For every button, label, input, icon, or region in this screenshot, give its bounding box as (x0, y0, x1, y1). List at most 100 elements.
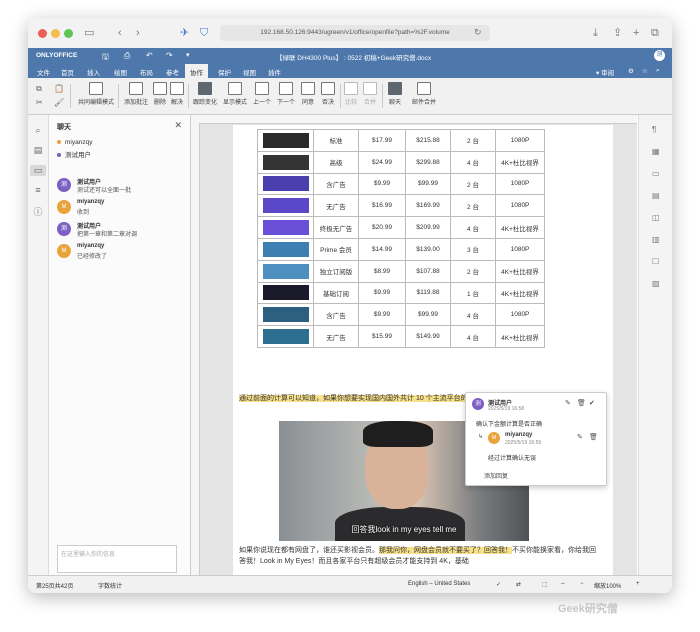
monthly-price-cell[interactable]: $9.99 (358, 172, 406, 196)
tab-plugins[interactable]: 插件 (268, 67, 281, 77)
info-icon[interactable]: ⓘ (33, 205, 43, 218)
paste-icon[interactable]: 📋 (54, 84, 64, 93)
thumbnail-cell[interactable] (257, 259, 314, 283)
zoom-out-icon[interactable]: − (580, 581, 584, 587)
delete-comment-button[interactable]: 删除 (152, 82, 168, 106)
screens-cell[interactable]: 2 台 (450, 259, 496, 283)
minimize-window-button[interactable] (51, 29, 60, 38)
thumbnail-cell[interactable] (257, 150, 314, 174)
monthly-price-cell[interactable]: $8.99 (358, 259, 406, 283)
table-row[interactable]: 无广告 $16.99 $169.99 2 台 1080P (257, 194, 545, 218)
tab-references[interactable]: 参考 (166, 67, 179, 77)
forward-icon[interactable]: › (136, 27, 140, 39)
close-window-button[interactable] (38, 29, 47, 38)
tab-layout[interactable]: 布局 (140, 67, 153, 77)
navigation-icon[interactable]: ≡ (33, 185, 43, 195)
thumbnail-cell[interactable] (257, 281, 314, 305)
resolution-cell[interactable]: 4K+杜比视界 (495, 281, 545, 305)
thumbnail-cell[interactable] (257, 129, 314, 152)
table-settings-icon[interactable]: ▦ (652, 147, 660, 156)
table-row[interactable]: 基础订阅 $9.99 $119.88 1 台 4K+杜比视界 (257, 281, 545, 305)
yearly-price-cell[interactable]: $169.99 (405, 194, 451, 218)
screens-cell[interactable]: 3 台 (450, 237, 496, 261)
paragraph-settings-icon[interactable]: ¶ (652, 125, 656, 134)
shape-settings-icon[interactable]: ◫ (652, 213, 660, 222)
monthly-price-cell[interactable]: $24.99 (358, 150, 406, 174)
plan-tier-cell[interactable]: 含广告 (313, 303, 359, 327)
compare-button[interactable]: 比较 (343, 82, 359, 106)
resolution-cell[interactable]: 1080P (495, 303, 545, 327)
user-avatar[interactable]: 测 (654, 50, 665, 61)
undo-icon[interactable]: ↶ (146, 51, 153, 60)
tab-home[interactable]: 首页 (61, 67, 74, 77)
table-row[interactable]: 无广告 $15.99 $149.99 4 台 4K+杜比视界 (257, 325, 545, 348)
tab-draw[interactable]: 绘图 (114, 67, 127, 77)
trash-icon[interactable]: 🗑 (577, 399, 586, 407)
close-icon[interactable]: ✕ (174, 120, 182, 131)
print-icon[interactable]: ⎙ (124, 51, 130, 61)
chat-message-input[interactable]: 在这里输入你的信息 (57, 545, 177, 573)
plan-tier-cell[interactable]: 标准 (313, 129, 359, 152)
resolution-cell[interactable]: 1080P (495, 237, 545, 261)
yearly-price-cell[interactable]: $99.99 (405, 303, 451, 327)
download-icon[interactable]: ⤓ (593, 27, 598, 39)
resolution-cell[interactable]: 1080P (495, 194, 545, 218)
favorite-icon[interactable]: ☆ (642, 67, 648, 75)
plan-tier-cell[interactable]: 独立订阅版 (313, 259, 359, 283)
tab-collaboration[interactable]: 协作 (185, 64, 208, 78)
resolution-cell[interactable]: 4K+杜比视界 (495, 216, 545, 239)
screens-cell[interactable]: 1 台 (450, 281, 496, 305)
yearly-price-cell[interactable]: $139.00 (405, 237, 451, 261)
horizontal-ruler[interactable] (191, 115, 637, 124)
chat-icon[interactable]: ▭ (30, 165, 46, 176)
plan-tier-cell[interactable]: 基础订阅 (313, 281, 359, 305)
zoom-window-button[interactable] (64, 29, 73, 38)
next-change-button[interactable]: 下一个 (275, 82, 297, 106)
table-row[interactable]: 高级 $24.99 $299.88 4 台 4K+杜比视界 (257, 150, 545, 174)
tab-view[interactable]: 视图 (243, 67, 256, 77)
screens-cell[interactable]: 4 台 (450, 150, 496, 174)
format-painter-icon[interactable]: 🖌 (54, 98, 64, 107)
extension-bird-icon[interactable]: ✈ (180, 27, 189, 39)
thumbnail-cell[interactable] (257, 172, 314, 196)
word-count-button[interactable]: 字数统计 (98, 581, 122, 590)
zoom-in-icon[interactable]: + (636, 581, 640, 587)
monthly-price-cell[interactable]: $9.99 (358, 303, 406, 327)
monthly-price-cell[interactable]: $16.99 (358, 194, 406, 218)
plan-tier-cell[interactable]: 含广告 (313, 172, 359, 196)
yearly-price-cell[interactable]: $119.88 (405, 281, 451, 305)
shield-icon[interactable]: ⛉ (200, 27, 208, 39)
table-row[interactable]: 终极无广告 $20.99 $209.99 4 台 4K+杜比视界 (257, 216, 545, 239)
signature-settings-icon[interactable]: ▨ (652, 279, 660, 288)
table-row[interactable]: Prime 会员 $14.99 $139.00 3 台 1080P (257, 237, 545, 261)
save-icon[interactable]: 🖫 (102, 51, 109, 65)
monthly-price-cell[interactable]: $20.99 (358, 216, 406, 239)
screens-cell[interactable]: 2 台 (450, 194, 496, 218)
streaming-price-table[interactable]: 标准 $17.99 $215.88 2 台 1080P 高级 $24.99 $299.88 4 … (257, 129, 545, 348)
plan-tier-cell[interactable]: 无广告 (313, 325, 359, 348)
chat-button[interactable]: 聊天 (386, 82, 404, 106)
comments-icon[interactable]: ▤ (33, 145, 43, 156)
redo-icon[interactable]: ↷ (166, 51, 173, 60)
monthly-price-cell[interactable]: $9.99 (358, 281, 406, 305)
share-icon[interactable]: ⇪ (613, 27, 622, 39)
new-tab-icon[interactable]: + (633, 27, 639, 39)
copy-icon[interactable]: ⧉ (36, 84, 42, 94)
back-icon[interactable]: ‹ (118, 27, 122, 39)
track-changes-button[interactable]: 跟踪变化 (191, 82, 219, 106)
address-bar[interactable]: 192.168.50.126:9443/ugreen/v1/office/ope… (220, 25, 490, 41)
spellcheck-icon[interactable]: ✓ (496, 581, 501, 588)
resolution-cell[interactable]: 4K+杜比视界 (495, 259, 545, 283)
table-row[interactable]: 标准 $17.99 $215.88 2 台 1080P (257, 129, 545, 152)
yearly-price-cell[interactable]: $209.99 (405, 216, 451, 239)
track-changes-status-icon[interactable]: ⇄ (516, 581, 521, 588)
screens-cell[interactable]: 2 台 (450, 129, 496, 152)
resolution-cell[interactable]: 4K+杜比视界 (495, 150, 545, 174)
tab-protect[interactable]: 保护 (218, 67, 231, 77)
resolution-cell[interactable]: 1080P (495, 129, 545, 152)
thumbnail-cell[interactable] (257, 303, 314, 327)
plan-tier-cell[interactable]: Prime 会员 (313, 237, 359, 261)
yearly-price-cell[interactable]: $149.99 (405, 325, 451, 348)
header-footer-icon[interactable]: ▤ (652, 191, 660, 200)
edit-icon[interactable]: ✎ (565, 399, 571, 407)
